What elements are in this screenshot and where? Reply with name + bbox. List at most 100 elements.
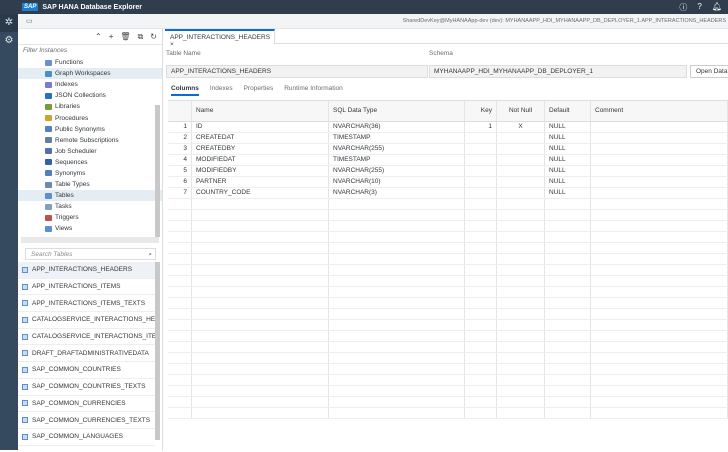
collapse-icon[interactable]: ⌃ (95, 32, 102, 41)
tree-node[interactable]: Tables (18, 190, 162, 202)
table-row[interactable]: 1 ID NVARCHAR(36) 1 X NULL (168, 122, 728, 133)
grid-cell (329, 210, 465, 220)
table-icon (22, 333, 28, 340)
tab-columns[interactable]: Columns (171, 85, 199, 96)
grid-cell: 2 (168, 133, 192, 143)
grid-cell (497, 331, 545, 341)
database-explorer-icon[interactable]: ✲ (0, 14, 18, 32)
table-list-scrollbar[interactable] (155, 262, 160, 440)
table-list-item[interactable]: SAP_COMMON_CURRENCIES_TEXTS (18, 412, 155, 429)
table-row[interactable]: 6 PARTNER NVARCHAR(10) NULL (168, 177, 728, 188)
tree-node-label: Views (55, 225, 73, 233)
grid-cell (329, 232, 465, 242)
table-name: SAP_COMMON_CURRENCIES_TEXTS (32, 416, 151, 424)
help-icon[interactable]: ? (697, 2, 701, 13)
tree-node[interactable]: Public Synonyms (18, 124, 162, 135)
grid-cell (591, 342, 728, 352)
tree-node[interactable]: Indexes (18, 79, 162, 90)
grid-cell (329, 320, 465, 330)
table-row[interactable]: 5 MODIFIEDBY NVARCHAR(255) NULL (168, 166, 728, 177)
close-icon[interactable]: × (170, 41, 174, 48)
grid-cell (591, 309, 728, 319)
tree-node[interactable]: Procedures (18, 112, 162, 123)
table-name-field[interactable]: APP_INTERACTIONS_HEADERS (166, 65, 428, 78)
grid-cell (545, 199, 591, 209)
column-header[interactable]: SQL Data Type (329, 101, 465, 121)
breadcrumb: SharedDevKey@MyHANAApp-dev (dev): MYHANA… (402, 18, 726, 24)
tree-node[interactable]: Triggers (18, 212, 162, 223)
grid-cell (465, 265, 497, 275)
filter-instances-input[interactable]: Filter Instances (18, 45, 162, 57)
search-icon[interactable]: ⌕ (148, 249, 152, 260)
add-icon[interactable]: + (109, 32, 114, 41)
tree-node[interactable]: Sequences (18, 157, 162, 168)
tree-node[interactable]: Job Scheduler (18, 146, 162, 157)
sql-console-icon[interactable]: ▭ (26, 17, 33, 25)
tab-properties[interactable]: Properties (244, 85, 274, 96)
column-header[interactable]: Key (465, 101, 497, 121)
tree-node-icon (45, 148, 52, 155)
add-folder-icon[interactable]: ⧉ (138, 32, 144, 42)
column-header[interactable] (168, 101, 192, 121)
tab-app-interactions-headers[interactable]: APP_INTERACTIONS_HEADERS × (165, 29, 275, 48)
delete-icon[interactable]: 🗑︎ (120, 32, 130, 41)
table-list-item[interactable]: CATALOGSERVICE_INTERACTIONS_ITEMS (18, 329, 155, 346)
tree-node-icon (45, 192, 52, 199)
table-row[interactable]: 4 MODIFIEDAT TIMESTAMP NULL (168, 155, 728, 166)
tree-node[interactable]: Remote Subscriptions (18, 135, 162, 146)
grid-cell (465, 232, 497, 242)
tree-node[interactable]: JSON Collections (18, 90, 162, 101)
table-list-item[interactable]: SAP_COMMON_CURRENCIES (18, 396, 155, 413)
table-list-item[interactable]: APP_INTERACTIONS_ITEMS (18, 279, 155, 296)
tree-node-icon (45, 92, 52, 99)
tree-node[interactable]: Table Types (18, 179, 162, 190)
detail-tabs: Columns Indexes Properties Runtime Informat… (171, 85, 343, 96)
tree-horizontal-scrollbar[interactable] (21, 237, 159, 243)
grid-cell (465, 364, 497, 374)
grid-cell (591, 375, 728, 385)
grid-cell: NULL (545, 166, 591, 176)
open-data-button[interactable]: Open Data (690, 65, 728, 78)
grid-cell (329, 199, 465, 209)
table-list-item[interactable]: SAP_COMMON_LANGUAGES (18, 429, 155, 446)
tree-scrollbar[interactable] (155, 105, 160, 237)
table-row[interactable]: 2 CREATEDAT TIMESTAMP NULL (168, 133, 728, 144)
tree-node-icon (45, 225, 52, 232)
table-row[interactable]: 7 COUNTRY_CODE NVARCHAR(3) NULL (168, 188, 728, 199)
table-list-item[interactable]: DRAFT_DRAFTADMINISTRATIVEDATA (18, 345, 155, 363)
column-header[interactable]: Default (545, 101, 591, 121)
table-list-item[interactable]: SAP_COMMON_COUNTRIES_TEXTS (18, 379, 155, 396)
grid-cell (465, 221, 497, 231)
grid-cell (192, 254, 329, 264)
refresh-icon[interactable]: ↻ (150, 32, 157, 41)
column-header[interactable]: Name (192, 101, 329, 121)
table-list-item[interactable]: APP_INTERACTIONS_ITEMS_TEXTS (18, 295, 155, 313)
column-header[interactable]: Comment (591, 101, 728, 121)
tree-node[interactable]: Graph Workspaces (18, 68, 162, 80)
grid-cell (168, 375, 192, 385)
tab-runtime-information[interactable]: Runtime Information (284, 85, 343, 96)
table-list-item[interactable]: CATALOGSERVICE_INTERACTIONS_HEADERS (18, 312, 155, 329)
grid-cell (465, 144, 497, 154)
bell-icon[interactable]: 🔔︎ (712, 2, 722, 13)
tree-node[interactable]: Synonyms (18, 168, 162, 179)
tree-node[interactable]: Tasks (18, 201, 162, 212)
tree-node-icon (45, 203, 52, 210)
tree-node[interactable]: Views (18, 223, 162, 234)
tree-node[interactable]: Libraries (18, 101, 162, 112)
grid-cell (591, 199, 728, 209)
grid-cell (192, 364, 329, 374)
tree-node[interactable]: Functions (18, 57, 162, 68)
schema-field[interactable]: MYHANAAPP_HDI_MYHANAAPP_DB_DEPLOYER_1 (429, 65, 687, 78)
grid-cell (497, 386, 545, 396)
search-tables-input[interactable]: Search Tables ⌕ (25, 248, 156, 260)
table-list-item[interactable]: APP_INTERACTIONS_HEADERS (18, 262, 155, 279)
info-icon[interactable]: ⓘ (679, 2, 687, 13)
tab-indexes[interactable]: Indexes (210, 85, 233, 96)
column-header[interactable]: Not Null (497, 101, 545, 121)
table-list-item[interactable]: SAP_COMMON_COUNTRIES (18, 362, 155, 379)
table-row[interactable]: 3 CREATEDBY NVARCHAR(255) NULL (168, 144, 728, 155)
settings-icon[interactable]: ⚙ (0, 32, 18, 50)
empty-row (168, 243, 728, 254)
grid-cell: NULL (545, 133, 591, 143)
